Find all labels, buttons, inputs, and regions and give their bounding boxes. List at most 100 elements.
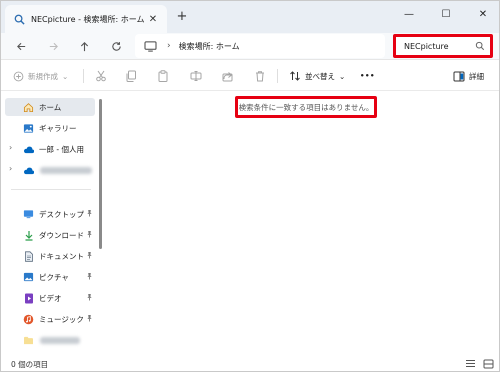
back-arrow-icon: [16, 42, 25, 50]
empty-results-message: 検索条件に一致する項目はありません。: [235, 96, 377, 118]
breadcrumb[interactable]: 検索場所: ホーム: [179, 41, 240, 52]
search-input[interactable]: NECpicture: [393, 34, 493, 58]
paste-button[interactable]: [157, 69, 169, 83]
sidebar-item-music[interactable]: ミュージック: [5, 310, 95, 328]
music-icon: [23, 314, 34, 325]
document-icon: [23, 250, 34, 262]
sidebar-item-label: ホーム: [39, 102, 62, 112]
refresh-button[interactable]: [108, 38, 124, 54]
pin-icon[interactable]: [86, 209, 93, 219]
ellipsis-icon: •••: [360, 72, 375, 80]
pin-icon[interactable]: [86, 293, 93, 303]
desktop-icon: [23, 209, 34, 220]
up-button[interactable]: [76, 38, 92, 54]
search-tab[interactable]: NECpicture - 検索場所: ホーム ✕: [5, 5, 167, 33]
sidebar-item-pictures[interactable]: ピクチャ: [5, 268, 95, 286]
rename-icon: [190, 71, 202, 81]
sidebar-item-downloads[interactable]: ダウンロード: [5, 226, 95, 244]
sort-label: 並べ替え: [305, 71, 335, 81]
chevron-down-icon: ⌄: [62, 71, 69, 81]
navigation-pane: ホーム ギャラリー › 一郎 - 個人用 › デスクトップ ダウンロード ドキュ…: [1, 92, 105, 354]
redacted-label: [40, 166, 92, 174]
sidebar-item-label: ピクチャ: [39, 272, 69, 282]
cut-button[interactable]: [95, 69, 107, 83]
sidebar-item-label: デスクトップ: [39, 209, 84, 219]
tab-title: NECpicture - 検索場所: ホーム: [31, 14, 145, 24]
new-label: 新規作成: [28, 71, 58, 81]
sidebar-item-redacted-folder[interactable]: [5, 331, 95, 349]
up-arrow-icon: [80, 41, 88, 51]
new-tab-button[interactable]: +: [175, 10, 189, 24]
sidebar-item-videos[interactable]: ビデオ: [5, 289, 95, 307]
share-icon: [222, 72, 233, 82]
sidebar-item-desktop[interactable]: デスクトップ: [5, 205, 95, 223]
more-options-button[interactable]: •••: [360, 69, 375, 83]
sidebar-item-documents[interactable]: ドキュメント: [5, 247, 95, 265]
cloud-icon: [23, 165, 34, 176]
cloud-icon: [23, 144, 34, 155]
home-icon: [23, 102, 34, 113]
sidebar-item-redacted-account[interactable]: ›: [5, 161, 95, 179]
forward-button[interactable]: [45, 38, 61, 54]
gallery-icon: [23, 123, 34, 134]
divider: [83, 69, 84, 83]
close-tab-icon[interactable]: ✕: [147, 13, 159, 25]
navigation-bar: › 検索場所: ホーム NECpicture: [1, 33, 499, 60]
maximize-button[interactable]: ☐: [431, 3, 461, 25]
sidebar-scrollbar[interactable]: [99, 99, 102, 249]
refresh-icon: [111, 41, 121, 51]
sidebar-item-label: ダウンロード: [39, 230, 84, 240]
forward-arrow-icon: [49, 42, 58, 50]
details-view-button[interactable]: [464, 358, 476, 369]
picture-icon: [23, 272, 34, 283]
sidebar-item-home[interactable]: ホーム: [5, 98, 95, 116]
details-button[interactable]: 詳細: [453, 69, 484, 83]
divider: [11, 189, 91, 190]
sidebar-item-label: ビデオ: [39, 293, 62, 303]
list-view-icon: [465, 360, 475, 367]
sidebar-item-label: ギャラリー: [39, 123, 77, 133]
sort-button[interactable]: 並べ替え ⌄: [289, 69, 345, 83]
command-bar: 新規作成 ⌄ 並べ替え ⌄ ••• 詳細: [1, 61, 499, 91]
minimize-button[interactable]: —: [394, 3, 424, 25]
new-button[interactable]: 新規作成 ⌄: [13, 69, 68, 83]
rename-button[interactable]: [190, 69, 202, 83]
file-explorer-window: NECpicture - 検索場所: ホーム ✕ + — ☐ ✕ › 検索場所:…: [0, 0, 500, 372]
file-list-area[interactable]: 検索条件に一致する項目はありません。: [105, 92, 499, 354]
sidebar-item-label: ミュージック: [39, 314, 84, 324]
sidebar-item-gallery[interactable]: ギャラリー: [5, 119, 95, 137]
pin-icon[interactable]: [86, 272, 93, 282]
search-icon[interactable]: [475, 41, 485, 51]
chevron-down-icon: ⌄: [339, 71, 346, 81]
scissors-icon: [96, 70, 106, 82]
divider: [277, 69, 278, 83]
computer-icon: [143, 40, 157, 52]
address-bar[interactable]: › 検索場所: ホーム: [135, 34, 385, 58]
status-bar: 0 個の項目: [1, 354, 499, 371]
copy-button[interactable]: [125, 69, 137, 83]
pin-icon[interactable]: [86, 251, 93, 261]
sidebar-item-label: ドキュメント: [39, 251, 84, 261]
close-window-button[interactable]: ✕: [468, 3, 498, 25]
chevron-right-icon[interactable]: ›: [9, 164, 12, 173]
delete-button[interactable]: [254, 69, 266, 83]
tiles-view-button[interactable]: [482, 358, 494, 369]
sidebar-item-label: 一郎 - 個人用: [39, 144, 84, 154]
folder-icon: [23, 335, 34, 346]
item-count: 0 個の項目: [11, 360, 49, 369]
pin-icon[interactable]: [86, 230, 93, 240]
share-button[interactable]: [222, 69, 234, 83]
sort-icon: [290, 71, 300, 81]
back-button[interactable]: [13, 38, 29, 54]
redacted-label: [40, 336, 80, 344]
title-bar: NECpicture - 検索場所: ホーム ✕ + — ☐ ✕: [1, 1, 499, 33]
chevron-right-icon[interactable]: ›: [9, 143, 12, 152]
search-icon: [13, 13, 25, 25]
plus-circle-icon: [13, 71, 24, 81]
chevron-right-icon: ›: [167, 41, 171, 51]
copy-icon: [126, 70, 136, 82]
details-pane-icon: [453, 71, 465, 81]
pin-icon[interactable]: [86, 314, 93, 324]
sidebar-item-onedrive[interactable]: › 一郎 - 個人用: [5, 140, 95, 158]
trash-icon: [256, 71, 264, 82]
